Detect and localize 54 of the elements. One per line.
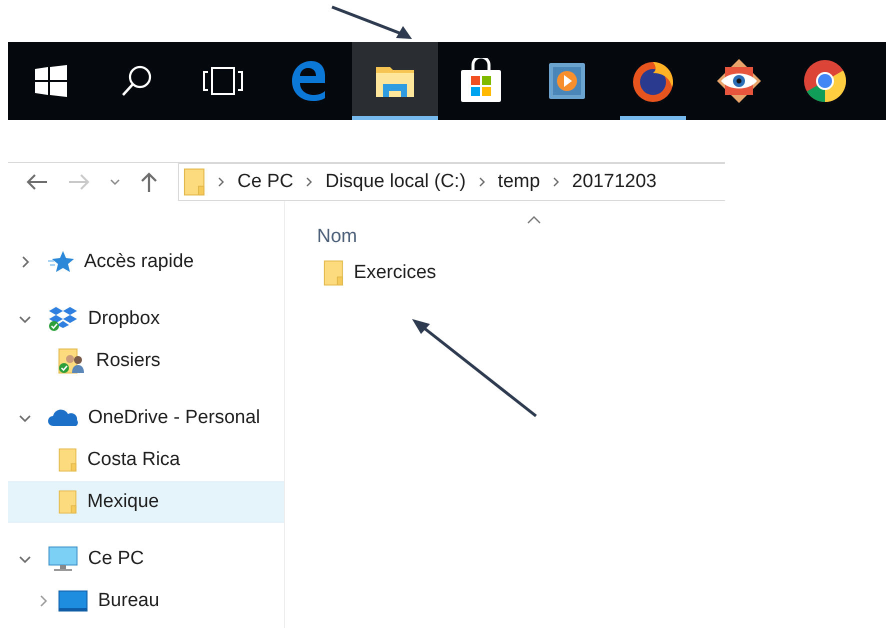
tree-item[interactable]: Dropbox: [8, 298, 284, 340]
tree-label: OneDrive - Personal: [88, 406, 260, 430]
tree-label: Accès rapide: [84, 250, 194, 274]
chrome-icon: [803, 59, 847, 103]
tree-item[interactable]: Bureau: [8, 580, 284, 622]
star-icon: [48, 251, 74, 273]
taskbar-button[interactable]: [352, 42, 438, 120]
folder-icon: [58, 490, 78, 514]
sort-caret-icon: [527, 215, 541, 224]
up-arrow-icon[interactable]: [140, 171, 158, 193]
dropdown-caret-icon[interactable]: [110, 178, 120, 186]
address-bar[interactable]: Ce PC Disque local (C:) temp 20171203: [178, 163, 725, 201]
folder-icon: [58, 448, 78, 472]
tree-label: Mexique: [87, 490, 160, 514]
shared-folder-icon: [58, 348, 86, 374]
tree-item[interactable]: Rosiers: [8, 340, 284, 382]
tree-label: Costa Rica: [87, 448, 180, 472]
monitor-icon: [48, 546, 78, 572]
tree-label: Ce PC: [88, 546, 144, 571]
chevron-right-icon: [305, 177, 314, 187]
running-indicator: [620, 116, 686, 120]
chevron-right-icon[interactable]: [38, 595, 48, 607]
chevron-right-icon: [552, 177, 560, 187]
desktop-icon: [58, 590, 88, 612]
tree-item[interactable]: OneDrive - Personal: [8, 397, 284, 439]
file-name: Exercices: [354, 260, 436, 285]
file-explorer-icon: [375, 64, 415, 98]
chevron-right-icon: [217, 177, 226, 187]
tree-item[interactable]: Mexique: [8, 481, 284, 523]
firefox-icon: [631, 59, 675, 103]
search-icon: [120, 64, 154, 98]
windows-logo-icon: [35, 65, 67, 97]
breadcrumb-item[interactable]: temp: [498, 168, 540, 196]
media-player-icon: [547, 61, 587, 101]
dropbox-icon: [48, 306, 78, 332]
breadcrumb-item[interactable]: Ce PC: [237, 168, 294, 196]
tree-item[interactable]: Costa Rica: [8, 439, 284, 481]
file-row[interactable]: Exercices: [317, 253, 725, 293]
tree-label: Dropbox: [88, 306, 160, 331]
task-view-icon: [202, 66, 244, 96]
cloud-icon: [48, 409, 78, 427]
folder-icon: [183, 168, 206, 196]
breadcrumb-item[interactable]: 20171203: [572, 168, 657, 196]
breadcrumb-item[interactable]: Disque local (C:): [325, 168, 466, 196]
store-bag-icon: [459, 58, 503, 104]
folder-icon: [323, 260, 344, 286]
tree-label: Rosiers: [96, 348, 160, 373]
column-header[interactable]: Nom: [317, 201, 725, 253]
eye-diamond-icon: [716, 58, 762, 104]
back-arrow-icon[interactable]: [26, 174, 48, 190]
tree-label: Bureau: [98, 588, 160, 613]
tree-item[interactable]: Accès rapide: [8, 241, 284, 283]
tree-item[interactable]: Ce PC: [8, 538, 284, 580]
chevron-right-icon: [478, 177, 486, 187]
